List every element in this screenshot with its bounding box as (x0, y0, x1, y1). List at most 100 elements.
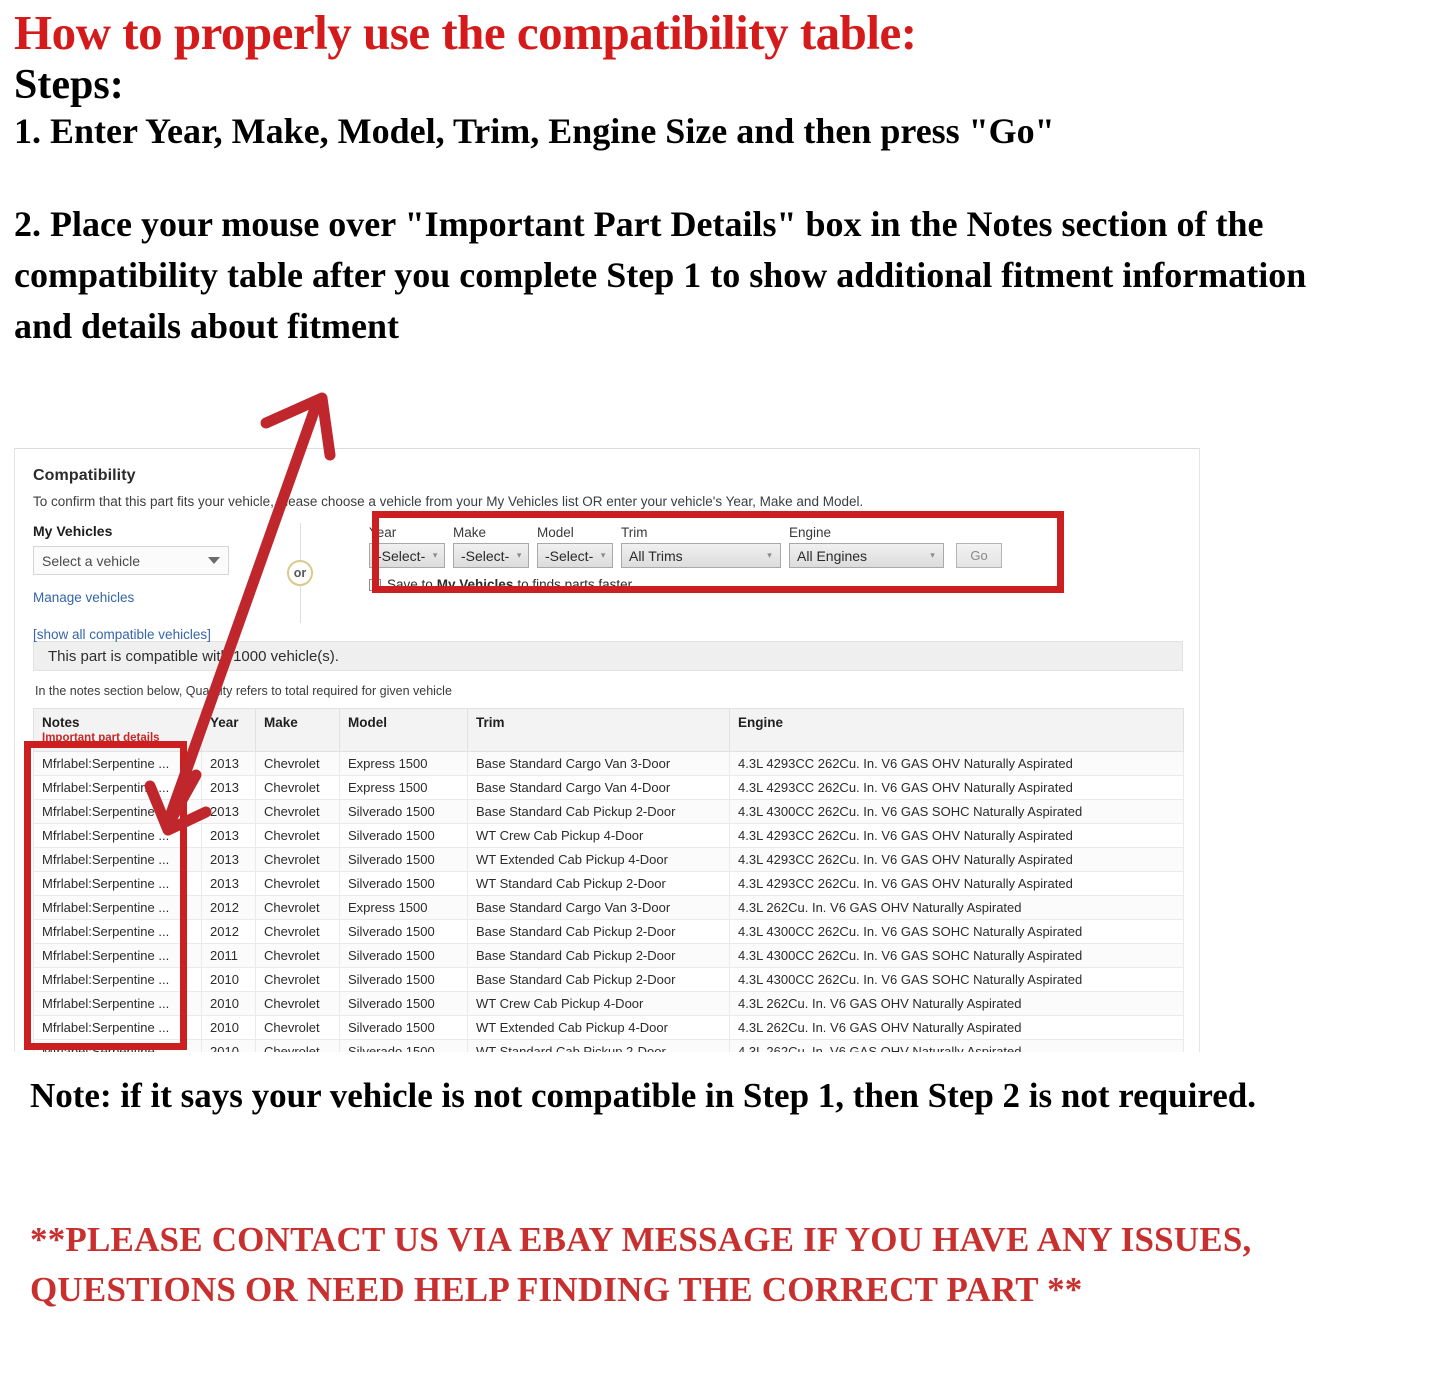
or-divider: or (245, 523, 355, 623)
my-vehicles-column: My Vehicles Select a vehicle Manage vehi… (33, 523, 245, 642)
my-vehicles-select[interactable]: Select a vehicle (33, 546, 229, 575)
cell-model: Silverado 1500 (339, 847, 468, 872)
cell-engine: 4.3L 4300CC 262Cu. In. V6 GAS SOHC Natur… (729, 943, 1184, 968)
manage-vehicles-link[interactable]: Manage vehicles (33, 590, 245, 605)
table-row: Mfrlabel:Serpentine ...2010ChevroletSilv… (33, 1015, 1184, 1040)
cell-engine: 4.3L 262Cu. In. V6 GAS OHV Naturally Asp… (729, 1015, 1184, 1040)
cell-make: Chevrolet (255, 1015, 340, 1040)
step-2-text: 2. Place your mouse over "Important Part… (14, 203, 1307, 346)
cell-notes[interactable]: Mfrlabel:Serpentine ... (33, 967, 202, 992)
cell-year: 2013 (201, 823, 256, 848)
chevron-down-icon: ▾ (600, 550, 606, 560)
notes-quantity-hint: In the notes section below, Quantity ref… (35, 684, 452, 698)
cell-trim: WT Extended Cab Pickup 4-Door (467, 1015, 730, 1040)
table-row: Mfrlabel:Serpentine ... 2013 Chevrolet Expr… (33, 775, 1184, 800)
column-header-engine: Engine (729, 708, 1184, 752)
chevron-down-icon (208, 557, 220, 564)
make-label: Make (453, 525, 487, 540)
table-bottom-mask (0, 1052, 1200, 1064)
cell-model: Silverado 1500 (339, 967, 468, 992)
cell-trim: Base Standard Cab Pickup 2-Door (467, 919, 730, 944)
save-to-my-vehicles-row[interactable]: ✓ Save to My Vehicles to finds parts fas… (369, 577, 1181, 592)
cell-notes[interactable]: Mfrlabel:Serpentine ... (33, 847, 202, 872)
cell-engine: 4.3L 4300CC 262Cu. In. V6 GAS SOHC Natur… (729, 799, 1184, 824)
page-title: How to properly use the compatibility ta… (14, 5, 917, 60)
chevron-down-icon: ▾ (516, 550, 522, 560)
engine-select[interactable]: All Engines ▾ (789, 543, 944, 568)
cell-model: Express 1500 (339, 895, 468, 920)
cell-engine: 4.3L 4293CC 262Cu. In. V6 GAS OHV Natura… (729, 775, 1184, 800)
cell-make: Chevrolet (255, 871, 340, 896)
compatibility-panel: Compatibility To confirm that this part … (14, 448, 1200, 1064)
instructions-block: How to properly use the compatibility ta… (0, 0, 1445, 352)
model-select[interactable]: -Select- ▾ (537, 543, 613, 568)
trim-select[interactable]: All Trims ▾ (621, 543, 781, 568)
cell-notes[interactable]: Mfrlabel:Serpentine ... (33, 895, 202, 920)
table-row: Mfrlabel:Serpentine ... 2013 Chevrolet Silv… (33, 799, 1184, 824)
cell-year: 2013 (201, 871, 256, 896)
cell-trim: Base Standard Cargo Van 3-Door (467, 895, 730, 920)
cell-trim: WT Standard Cab Pickup 2-Door (467, 871, 730, 896)
cell-year: 2013 (201, 775, 256, 800)
chevron-down-icon: ▾ (767, 550, 772, 560)
table-row: Mfrlabel:Serpentine ... 2013 Chevrolet Silv… (33, 847, 1184, 872)
column-header-notes: Notes Important part details (33, 708, 202, 752)
trim-label: Trim (621, 525, 648, 540)
ymme-fields-row: Year -Select- ▾ Make -Select- ▾ Model -S… (369, 525, 1181, 568)
cell-make: Chevrolet (255, 943, 340, 968)
make-field: Make -Select- ▾ (453, 525, 529, 568)
make-select-value: -Select- (461, 547, 510, 564)
cell-engine: 4.3L 262Cu. In. V6 GAS OHV Naturally Asp… (729, 991, 1184, 1016)
show-all-compatible-vehicles-link[interactable]: [show all compatible vehicles] (33, 627, 245, 642)
cell-make: Chevrolet (255, 895, 340, 920)
table-row: Mfrlabel:Serpentine ... 2013 Chevrolet Expr… (33, 751, 1184, 776)
save-text-after: to finds parts faster (517, 577, 633, 592)
cell-make: Chevrolet (255, 847, 340, 872)
cell-trim: WT Crew Cab Pickup 4-Door (467, 823, 730, 848)
cell-engine: 4.3L 4300CC 262Cu. In. V6 GAS SOHC Natur… (729, 919, 1184, 944)
table-row: Mfrlabel:Serpentine ... 2012 Chevrolet Expr… (33, 895, 1184, 920)
cell-year: 2010 (201, 1015, 256, 1040)
cell-notes[interactable]: Mfrlabel:Serpentine ... (33, 775, 202, 800)
cell-engine: 4.3L 4293CC 262Cu. In. V6 GAS OHV Natura… (729, 871, 1184, 896)
year-select[interactable]: -Select- ▾ (369, 543, 445, 568)
save-to-my-vehicles-checkbox[interactable]: ✓ (369, 578, 381, 591)
make-select[interactable]: -Select- ▾ (453, 543, 529, 568)
cell-trim: WT Crew Cab Pickup 4-Door (467, 991, 730, 1016)
ymme-form: Year -Select- ▾ Make -Select- ▾ Model -S… (355, 523, 1181, 592)
cell-make: Chevrolet (255, 823, 340, 848)
go-button[interactable]: Go (956, 543, 1002, 568)
cell-notes[interactable]: Mfrlabel:Serpentine ... (33, 991, 202, 1016)
save-text-before: Save to (387, 577, 433, 592)
cell-notes[interactable]: Mfrlabel:Serpentine ... (33, 751, 202, 776)
year-select-value: -Select- (377, 547, 426, 564)
cell-notes[interactable]: Mfrlabel:Serpentine ... (33, 871, 202, 896)
column-header-model: Model (339, 708, 468, 752)
cell-notes[interactable]: Mfrlabel:Serpentine ... (33, 943, 202, 968)
engine-field: Engine All Engines ▾ (789, 525, 944, 568)
cell-trim: Base Standard Cargo Van 4-Door (467, 775, 730, 800)
cell-notes[interactable]: Mfrlabel:Serpentine ... (33, 919, 202, 944)
cell-notes[interactable]: Mfrlabel:Serpentine ... (33, 823, 202, 848)
cell-notes[interactable]: Mfrlabel:Serpentine ... (33, 1015, 202, 1040)
table-row: Mfrlabel:Serpentine ...2010ChevroletSilv… (33, 967, 1184, 992)
cell-make: Chevrolet (255, 919, 340, 944)
year-label: Year (369, 525, 397, 540)
cell-year: 2010 (201, 991, 256, 1016)
cell-year: 2013 (201, 847, 256, 872)
model-select-value: -Select- (545, 547, 594, 564)
cell-engine: 4.3L 4293CC 262Cu. In. V6 GAS OHV Natura… (729, 751, 1184, 776)
engine-label: Engine (789, 525, 832, 540)
cell-model: Silverado 1500 (339, 799, 468, 824)
cell-notes[interactable]: Mfrlabel:Serpentine ... (33, 799, 202, 824)
cell-make: Chevrolet (255, 991, 340, 1016)
engine-select-value: All Engines (797, 547, 868, 564)
my-vehicles-label: My Vehicles (33, 523, 113, 539)
cell-model: Silverado 1500 (339, 823, 468, 848)
cell-year: 2010 (201, 967, 256, 992)
year-field: Year -Select- ▾ (369, 525, 445, 568)
table-row: Mfrlabel:Serpentine ...2010ChevroletSilv… (33, 991, 1184, 1016)
cell-engine: 4.3L 4293CC 262Cu. In. V6 GAS OHV Natura… (729, 823, 1184, 848)
table-row: Mfrlabel:Serpentine ... 2013 Chevrolet Silv… (33, 823, 1184, 848)
cell-make: Chevrolet (255, 799, 340, 824)
